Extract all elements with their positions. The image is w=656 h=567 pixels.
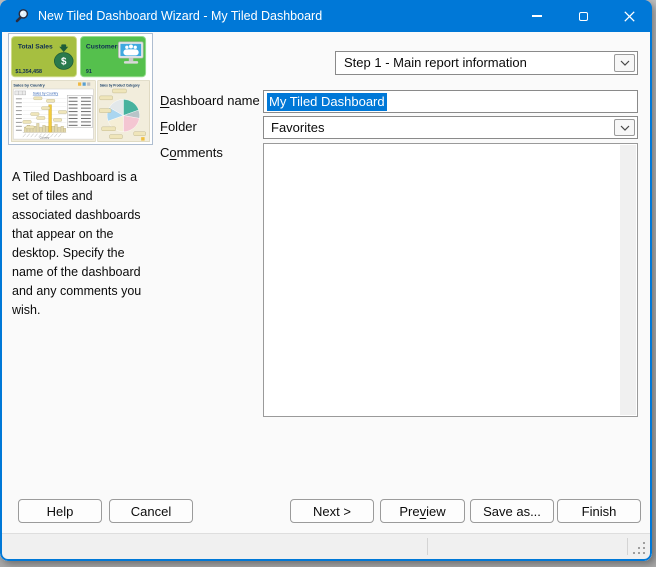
cancel-button[interactable]: Cancel (109, 499, 193, 523)
folder-dropdown-button[interactable] (614, 119, 635, 136)
dashboard-name-value: My Tiled Dashboard (267, 93, 387, 111)
panel-icon (78, 82, 81, 85)
maximize-icon (579, 12, 588, 21)
minimize-button[interactable] (514, 0, 560, 32)
total-sales-value: $1,354,458 (15, 69, 42, 75)
help-button[interactable]: Help (18, 499, 102, 523)
step-selector-value: Step 1 - Main report information (344, 55, 527, 70)
comments-textarea[interactable] (263, 143, 638, 417)
sales-by-product-panel: Sales by Product Category (98, 81, 150, 142)
step-selector-dropdown-button[interactable] (614, 54, 635, 72)
folder-select[interactable]: Favorites (263, 116, 638, 139)
status-separator (627, 538, 628, 555)
sales-by-country-panel: Sales by Country Sales by Country (11, 81, 95, 142)
title-bar[interactable]: New Tiled Dashboard Wizard - My Tiled Da… (0, 0, 652, 32)
finish-button[interactable]: Finish (557, 499, 641, 523)
preview-button[interactable]: Preview (380, 499, 465, 523)
total-sales-tile: Total Sales $ $1,354,458 (11, 36, 76, 76)
panel-icon (87, 82, 90, 85)
step-selector[interactable]: Step 1 - Main report information (335, 51, 638, 75)
mini-legend (67, 95, 92, 127)
comments-scrollbar[interactable] (620, 145, 636, 415)
status-bar (0, 533, 652, 561)
wizard-description: A Tiled Dashboard is a set of tiles and … (12, 168, 155, 320)
window-controls (514, 0, 652, 32)
maximize-button[interactable] (560, 0, 606, 32)
left-axis-label: Country (40, 135, 50, 139)
chevron-down-icon (620, 60, 630, 66)
status-separator (427, 538, 428, 555)
dashboard-name-input[interactable]: My Tiled Dashboard (263, 90, 638, 113)
folder-label: Folder (160, 119, 197, 134)
resize-grip[interactable] (633, 542, 646, 555)
window-title: New Tiled Dashboard Wizard - My Tiled Da… (38, 9, 514, 23)
total-sales-label: Total Sales (18, 44, 53, 51)
save-as-button[interactable]: Save as... (470, 499, 554, 523)
minimize-icon (532, 15, 542, 16)
left-chart-title: Sales by Country (33, 92, 59, 96)
folder-select-value: Favorites (271, 120, 324, 135)
dashboard-name-label: Dashboard name (160, 93, 260, 108)
next-button[interactable]: Next > (290, 499, 374, 523)
wizard-dialog: New Tiled Dashboard Wizard - My Tiled Da… (0, 0, 652, 561)
magnifier-app-icon (13, 8, 29, 24)
right-panel-title: Sales by Product Category (100, 84, 140, 88)
left-panel-title: Sales by Country (13, 84, 45, 88)
dashboard-preview-thumbnail: Total Sales $ $1,354,458 Customers (8, 33, 153, 145)
customers-value: 91 (86, 69, 92, 75)
customers-label: Customers (86, 44, 121, 51)
close-button[interactable] (606, 0, 652, 32)
close-icon (624, 11, 635, 22)
chevron-down-icon (620, 125, 630, 131)
panel-icon (83, 82, 86, 85)
svg-text:$: $ (61, 56, 67, 67)
customers-tile: Customers 91 (81, 36, 146, 76)
comments-label: Comments (160, 145, 223, 160)
